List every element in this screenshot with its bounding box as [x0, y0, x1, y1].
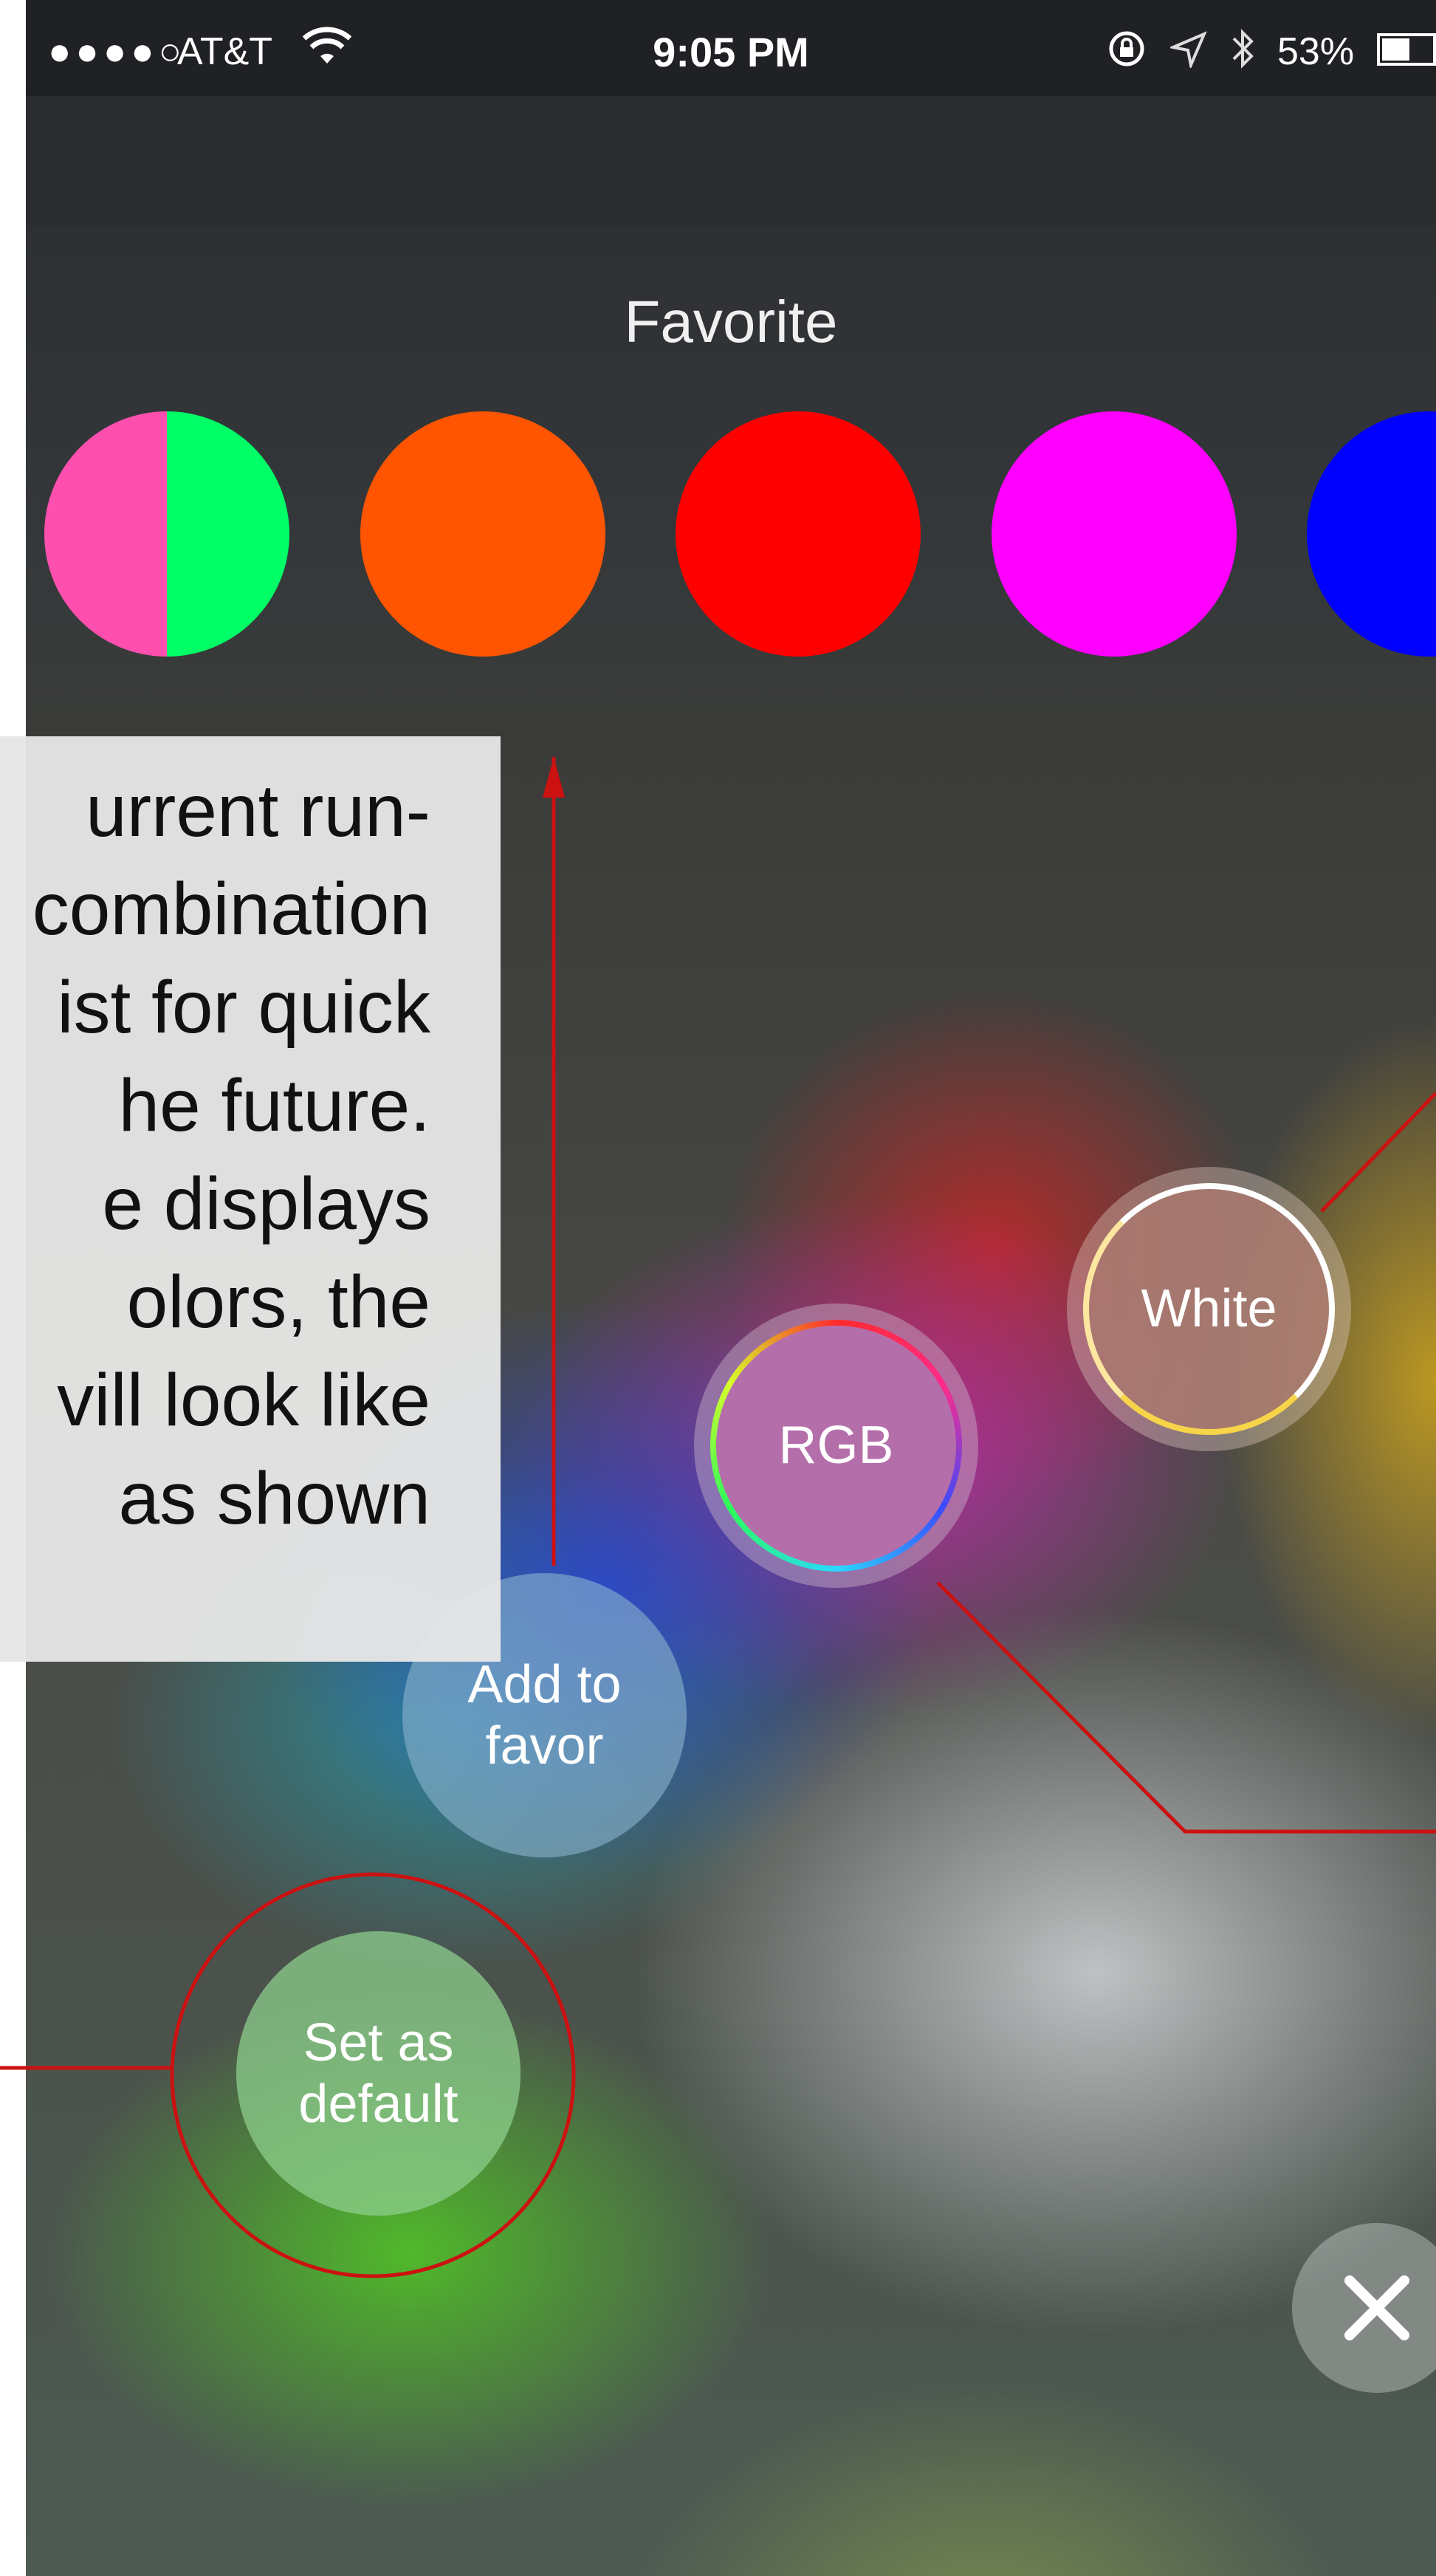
annotation-line: he future.: [118, 1064, 430, 1147]
favorite-panel: Favorite: [26, 225, 1436, 716]
set-as-default-label: Set as default: [298, 2012, 458, 2134]
battery-icon: [1377, 33, 1436, 66]
annotation-text: urrent run-combination ist for quick he fu…: [0, 762, 430, 1548]
annotation-line: vill look like: [57, 1359, 430, 1442]
rotation-lock-icon: [1109, 31, 1144, 66]
annotation-line: e displays: [102, 1162, 430, 1245]
annotation-line: urrent run-: [86, 770, 430, 852]
close-icon: [1344, 2275, 1409, 2340]
annotation-line: olors, the: [126, 1261, 430, 1343]
annotation-callout: urrent run-combination ist for quick he fu…: [0, 736, 501, 1662]
favorite-swatch-pink-green[interactable]: [44, 411, 289, 657]
white-ring: White: [1083, 1183, 1335, 1435]
annotation-line: combination: [32, 868, 430, 950]
favorite-swatch-blue[interactable]: [1307, 411, 1436, 657]
battery-percent: 53%: [1277, 30, 1355, 73]
rgb-mode-button[interactable]: RGB: [694, 1304, 978, 1588]
white-label: White: [1141, 1279, 1277, 1339]
white-mode-button[interactable]: White: [1067, 1167, 1351, 1451]
favorite-swatch-magenta[interactable]: [992, 411, 1237, 657]
bluetooth-icon: [1232, 29, 1254, 69]
battery-level: [1382, 38, 1410, 61]
navigation-bar: [26, 96, 1436, 225]
location-arrow-icon: [1170, 31, 1207, 68]
status-bar: ●●●●○ AT&T 9:05 PM 53%: [26, 0, 1436, 96]
annotation-line: ist for quick: [57, 966, 430, 1049]
rgb-label: RGB: [778, 1416, 894, 1476]
annotation-line: as shown: [118, 1457, 430, 1540]
favorite-title: Favorite: [624, 289, 838, 354]
add-to-favorite-label: Add to favor: [467, 1654, 622, 1775]
favorite-swatch-orange[interactable]: [360, 411, 605, 657]
rgb-ring: RGB: [710, 1320, 962, 1572]
set-as-default-button[interactable]: Set as default: [236, 1931, 521, 2216]
clock: 9:05 PM: [653, 29, 809, 75]
favorite-swatch-red[interactable]: [676, 411, 921, 657]
